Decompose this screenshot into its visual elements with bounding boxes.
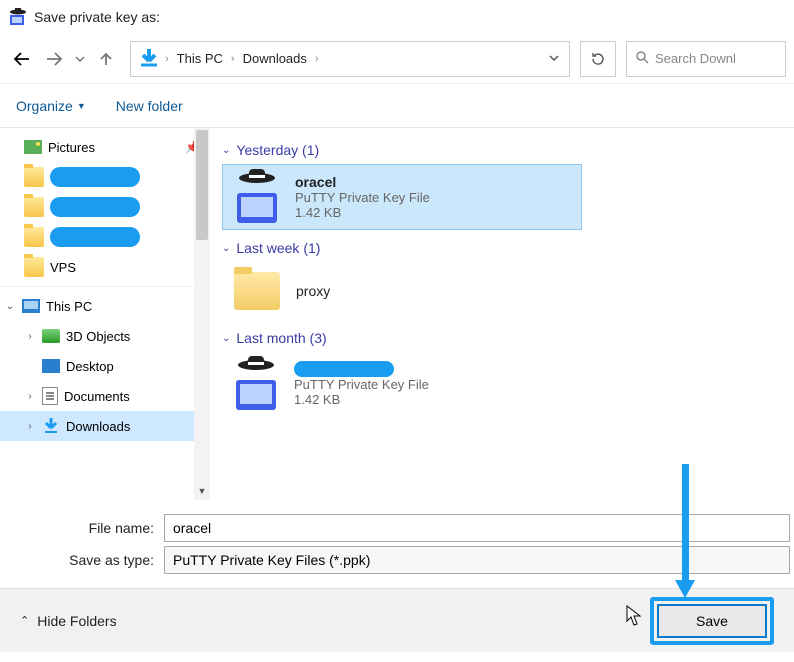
chevron-up-icon: ⌃ bbox=[20, 614, 29, 627]
search-icon bbox=[635, 50, 649, 67]
tree-label: VPS bbox=[50, 260, 76, 275]
tree-item-documents[interactable]: › Documents bbox=[0, 381, 210, 411]
new-folder-label: New folder bbox=[116, 98, 183, 114]
save-type-combo[interactable]: PuTTY Private Key Files (*.ppk) bbox=[164, 546, 790, 574]
sidebar-scrollbar[interactable]: ▲ ▼ bbox=[194, 128, 210, 500]
file-type: PuTTY Private Key File bbox=[294, 377, 429, 392]
path-dropdown[interactable] bbox=[545, 51, 563, 66]
redacted-label bbox=[50, 197, 140, 217]
folder-icon bbox=[24, 197, 44, 217]
scroll-thumb[interactable] bbox=[196, 130, 208, 240]
redacted-label bbox=[50, 167, 140, 187]
this-pc-icon bbox=[22, 299, 40, 313]
tree-item-3d-objects[interactable]: › 3D Objects bbox=[0, 321, 210, 351]
chevron-right-icon: › bbox=[315, 53, 319, 65]
tree-item-vps[interactable]: VPS bbox=[0, 252, 210, 282]
chevron-right-icon[interactable]: › bbox=[24, 331, 36, 342]
save-button[interactable]: Save bbox=[657, 604, 767, 638]
3d-objects-icon bbox=[42, 329, 60, 343]
breadcrumb-path[interactable]: › This PC › Downloads › bbox=[130, 41, 570, 77]
file-size: 1.42 KB bbox=[295, 205, 430, 220]
group-header[interactable]: ⌄ Yesterday (1) bbox=[222, 142, 782, 158]
chevron-down-icon: ▼ bbox=[77, 101, 86, 111]
new-folder-button[interactable]: New folder bbox=[116, 98, 183, 114]
refresh-button[interactable] bbox=[580, 41, 616, 77]
organize-menu[interactable]: Organize ▼ bbox=[16, 98, 86, 114]
chevron-down-icon: ⌄ bbox=[222, 333, 230, 344]
folder-icon bbox=[234, 272, 280, 310]
hide-folders-button[interactable]: ⌃ Hide Folders bbox=[20, 613, 117, 629]
search-box[interactable]: Search Downl bbox=[626, 41, 786, 77]
file-type: PuTTY Private Key File bbox=[295, 190, 430, 205]
file-name: proxy bbox=[296, 283, 330, 299]
organize-label: Organize bbox=[16, 98, 73, 114]
file-item-proxy[interactable]: proxy bbox=[222, 262, 582, 320]
history-dropdown[interactable] bbox=[72, 42, 88, 76]
up-button[interactable] bbox=[92, 42, 120, 76]
file-size: 1.42 KB bbox=[294, 392, 429, 407]
app-icon bbox=[8, 7, 28, 27]
forward-button[interactable] bbox=[40, 42, 68, 76]
file-name: oracel bbox=[295, 174, 430, 190]
breadcrumb-item[interactable]: This PC bbox=[173, 51, 227, 66]
file-list: ⌄ Yesterday (1) oracel PuTTY Private Key … bbox=[210, 128, 794, 500]
pictures-icon bbox=[24, 140, 42, 154]
chevron-right-icon: › bbox=[165, 53, 169, 65]
group-header[interactable]: ⌄ Last month (3) bbox=[222, 330, 782, 346]
tree-item-this-pc[interactable]: ⌄ This PC bbox=[0, 291, 210, 321]
save-type-value: PuTTY Private Key Files (*.ppk) bbox=[173, 552, 370, 568]
redacted-file-name bbox=[294, 361, 394, 377]
tree-item-redacted[interactable] bbox=[0, 162, 210, 192]
hide-folders-label: Hide Folders bbox=[37, 613, 116, 629]
download-icon bbox=[42, 417, 60, 435]
tree-item-downloads[interactable]: › Downloads bbox=[0, 411, 210, 441]
tree-item-pictures[interactable]: Pictures 📌 bbox=[0, 132, 210, 162]
annotation-arrow bbox=[678, 464, 692, 600]
chevron-down-icon[interactable]: ⌄ bbox=[4, 301, 16, 312]
chevron-down-icon: ⌄ bbox=[222, 145, 230, 156]
tree-label: Pictures bbox=[48, 140, 95, 155]
tree-item-redacted[interactable] bbox=[0, 192, 210, 222]
tree-label: This PC bbox=[46, 299, 92, 314]
scroll-down[interactable]: ▼ bbox=[194, 486, 210, 500]
folder-icon bbox=[24, 167, 44, 187]
tree-item-desktop[interactable]: Desktop bbox=[0, 351, 210, 381]
group-label: Yesterday (1) bbox=[236, 142, 319, 158]
breadcrumb-item[interactable]: Downloads bbox=[239, 51, 311, 66]
filename-input[interactable] bbox=[164, 514, 790, 542]
file-item-redacted[interactable]: PuTTY Private Key File 1.42 KB bbox=[222, 352, 582, 416]
redacted-label bbox=[50, 227, 140, 247]
tree-item-redacted[interactable] bbox=[0, 222, 210, 252]
save-highlight: Save bbox=[650, 597, 774, 645]
group-label: Last week (1) bbox=[236, 240, 320, 256]
file-item-oracel[interactable]: oracel PuTTY Private Key File 1.42 KB bbox=[222, 164, 582, 230]
folder-icon bbox=[24, 227, 44, 247]
folder-tree: Pictures 📌 VPS ⌄ This PC › 3D Objects Des… bbox=[0, 128, 210, 500]
back-button[interactable] bbox=[8, 42, 36, 76]
window-title: Save private key as: bbox=[34, 9, 160, 25]
folder-icon bbox=[24, 257, 44, 277]
tree-label: 3D Objects bbox=[66, 329, 130, 344]
chevron-right-icon[interactable]: › bbox=[24, 421, 36, 432]
group-header[interactable]: ⌄ Last week (1) bbox=[222, 240, 782, 256]
search-placeholder: Search Downl bbox=[655, 51, 736, 66]
tree-label: Desktop bbox=[66, 359, 114, 374]
desktop-icon bbox=[42, 359, 60, 373]
group-label: Last month (3) bbox=[236, 330, 326, 346]
save-type-label: Save as type: bbox=[4, 552, 164, 568]
ppk-file-icon bbox=[230, 358, 282, 410]
tree-label: Downloads bbox=[66, 419, 130, 434]
chevron-down-icon: ⌄ bbox=[222, 243, 230, 254]
chevron-right-icon[interactable]: › bbox=[24, 391, 36, 402]
documents-icon bbox=[42, 387, 58, 405]
ppk-file-icon bbox=[231, 171, 283, 223]
download-icon bbox=[137, 47, 161, 71]
cursor-icon bbox=[626, 605, 644, 627]
filename-label: File name: bbox=[4, 520, 164, 536]
tree-label: Documents bbox=[64, 389, 130, 404]
chevron-right-icon: › bbox=[231, 53, 235, 65]
